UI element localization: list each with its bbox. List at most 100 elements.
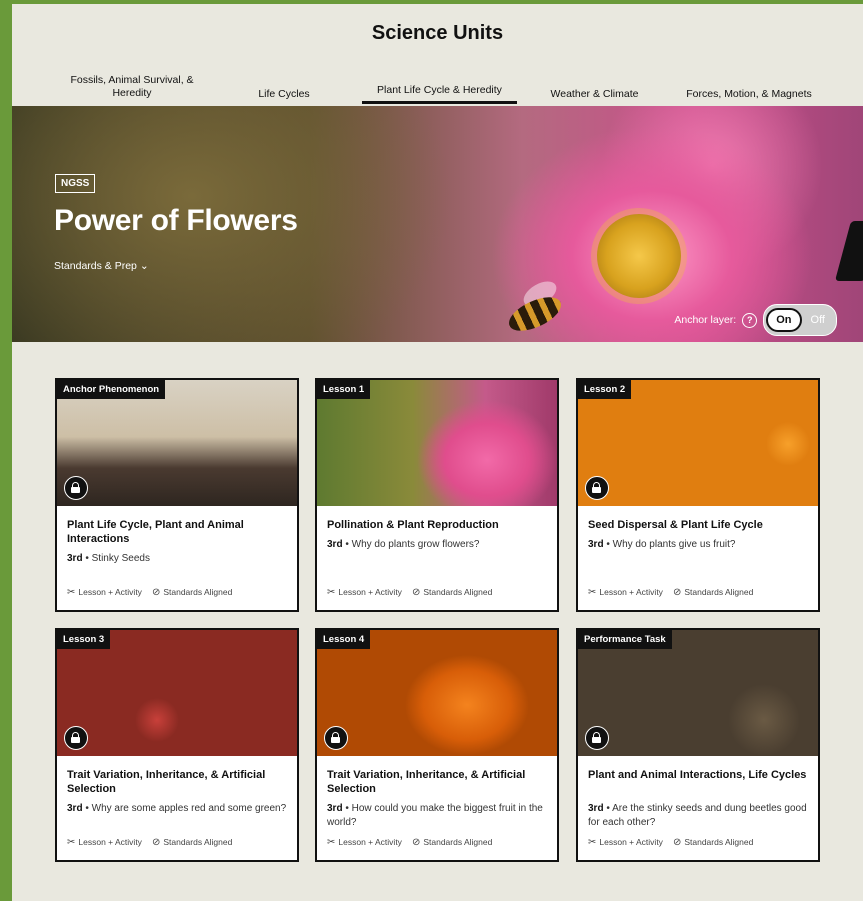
- app-frame: Science Units Fossils, Animal Survival, …: [12, 4, 863, 901]
- card-tag: Lesson 2: [578, 380, 632, 399]
- tab-weather-climate[interactable]: Weather & Climate: [537, 88, 652, 101]
- card-meta: ✂ Lesson + Activity ⊘ Standards Aligned: [588, 837, 753, 848]
- card-subtitle: 3rd • Stinky Seeds: [67, 553, 150, 564]
- flower-image: [597, 214, 681, 298]
- meta-standards: Standards Aligned: [163, 837, 233, 847]
- anchor-layer-toggle[interactable]: On Off: [763, 304, 837, 336]
- standards-prep-dropdown[interactable]: Standards & Prep ⌄: [54, 260, 149, 272]
- anchor-layer-label: Anchor layer:: [674, 314, 737, 326]
- card-subtitle: 3rd • How could you make the biggest fru…: [327, 803, 543, 828]
- card-subtitle: 3rd • Why do plants give us fruit?: [588, 539, 736, 550]
- card-title: Plant Life Cycle, Plant and Animal Inter…: [67, 519, 244, 545]
- card-image: Lesson 1: [317, 380, 557, 506]
- lesson-card-2[interactable]: Lesson 2 Seed Dispersal & Plant Life Cyc…: [576, 378, 820, 612]
- scissors-icon: ✂: [327, 587, 336, 598]
- card-question: How could you make the biggest fruit in …: [327, 803, 543, 828]
- card-question: Why do plants give us fruit?: [612, 539, 736, 550]
- card-tag: Lesson 4: [317, 630, 371, 649]
- check-circle-icon: ⊘: [151, 587, 161, 598]
- lock-icon: [585, 476, 609, 500]
- lock-icon: [585, 726, 609, 750]
- scissors-icon: ✂: [67, 837, 76, 848]
- card-title: Trait Variation, Inheritance, & Artifici…: [67, 769, 266, 795]
- scissors-icon: ✂: [588, 837, 597, 848]
- meta-standards: Standards Aligned: [684, 587, 754, 597]
- card-meta: ✂ Lesson + Activity ⊘ Standards Aligned: [327, 837, 492, 848]
- card-question: Stinky Seeds: [91, 553, 150, 564]
- toggle-on-option[interactable]: On: [766, 308, 802, 332]
- meta-activity: Lesson + Activity: [338, 587, 402, 597]
- card-tag: Lesson 1: [317, 380, 371, 399]
- card-image: Lesson 2: [578, 380, 818, 506]
- card-tag: Lesson 3: [57, 630, 111, 649]
- scissors-icon: ✂: [67, 587, 76, 598]
- meta-standards: Standards Aligned: [423, 587, 493, 597]
- card-subtitle: 3rd • Why are some apples red and some g…: [67, 803, 287, 814]
- meta-standards: Standards Aligned: [684, 837, 754, 847]
- lock-icon: [64, 476, 88, 500]
- grade-label: 3rd: [588, 803, 604, 814]
- lesson-card-4[interactable]: Lesson 4 Trait Variation, Inheritance, &…: [315, 628, 559, 862]
- grade-label: 3rd: [327, 539, 343, 550]
- card-tag: Anchor Phenomenon: [57, 380, 166, 399]
- grade-label: 3rd: [588, 539, 604, 550]
- page-title: Science Units: [371, 22, 504, 44]
- check-circle-icon: ⊘: [411, 837, 421, 848]
- help-icon[interactable]: ?: [742, 312, 758, 328]
- check-circle-icon: ⊘: [672, 587, 682, 598]
- card-question: Are the stinky seeds and dung beetles go…: [588, 803, 807, 828]
- card-subtitle: 3rd • Are the stinky seeds and dung beet…: [588, 803, 807, 828]
- grade-label: 3rd: [67, 803, 83, 814]
- standards-label: Standards & Prep: [54, 260, 137, 272]
- toggle-off-option[interactable]: Off: [802, 314, 834, 326]
- unit-title: Power of Flowers: [54, 204, 298, 237]
- meta-activity: Lesson + Activity: [338, 837, 402, 847]
- tab-forces-motion[interactable]: Forces, Motion, & Magnets: [674, 88, 824, 101]
- unit-tabs: Fossils, Animal Survival, & Heredity Lif…: [12, 68, 863, 106]
- card-meta: ✂ Lesson + Activity ⊘ Standards Aligned: [327, 587, 492, 598]
- anchor-layer-control: Anchor layer: ? On Off: [674, 304, 837, 336]
- meta-standards: Standards Aligned: [423, 837, 493, 847]
- card-question: Why are some apples red and some green?: [91, 803, 287, 814]
- tab-label: Heredity: [112, 87, 152, 99]
- lock-icon: [64, 726, 88, 750]
- card-title: Pollination & Plant Reproduction: [327, 519, 499, 531]
- lesson-card-1[interactable]: Lesson 1 Pollination & Plant Reproductio…: [315, 378, 559, 612]
- meta-activity: Lesson + Activity: [78, 587, 142, 597]
- card-image: Lesson 4: [317, 630, 557, 756]
- check-circle-icon: ⊘: [411, 587, 421, 598]
- chevron-down-icon: ⌄: [139, 260, 149, 272]
- lesson-card-performance-task[interactable]: Performance Task Plant and Animal Intera…: [576, 628, 820, 862]
- card-title: Plant and Animal Interactions, Life Cycl…: [588, 769, 807, 781]
- tab-life-cycles[interactable]: Life Cycles: [244, 88, 324, 101]
- scissors-icon: ✂: [588, 587, 597, 598]
- hero-banner: NGSS Power of Flowers Standards & Prep ⌄…: [12, 106, 863, 342]
- ngss-badge: NGSS: [55, 174, 96, 193]
- meta-activity: Lesson + Activity: [599, 837, 663, 847]
- card-title: Seed Dispersal & Plant Life Cycle: [588, 519, 763, 531]
- tab-label: Fossils, Animal Survival, &: [70, 74, 194, 86]
- meta-standards: Standards Aligned: [163, 587, 233, 597]
- card-tag: Performance Task: [578, 630, 672, 649]
- grade-label: 3rd: [67, 553, 83, 564]
- card-question: Why do plants grow flowers?: [351, 539, 480, 550]
- card-meta: ✂ Lesson + Activity ⊘ Standards Aligned: [67, 587, 232, 598]
- tab-fossils[interactable]: Fossils, Animal Survival, & Heredity: [67, 74, 197, 100]
- check-circle-icon: ⊘: [672, 837, 682, 848]
- meta-activity: Lesson + Activity: [599, 587, 663, 597]
- scissors-icon: ✂: [327, 837, 336, 848]
- lock-icon: [324, 726, 348, 750]
- card-image: Lesson 3: [57, 630, 297, 756]
- check-circle-icon: ⊘: [151, 837, 161, 848]
- card-title: Trait Variation, Inheritance, & Artifici…: [327, 769, 526, 795]
- card-subtitle: 3rd • Why do plants grow flowers?: [327, 539, 480, 550]
- card-image: Performance Task: [578, 630, 818, 756]
- lesson-card-3[interactable]: Lesson 3 Trait Variation, Inheritance, &…: [55, 628, 299, 862]
- meta-activity: Lesson + Activity: [78, 837, 142, 847]
- grade-label: 3rd: [327, 803, 343, 814]
- card-meta: ✂ Lesson + Activity ⊘ Standards Aligned: [67, 837, 232, 848]
- tab-plant-life-cycle[interactable]: Plant Life Cycle & Heredity: [362, 84, 517, 104]
- card-image: Anchor Phenomenon: [57, 380, 297, 506]
- lesson-card-anchor-phenomenon[interactable]: Anchor Phenomenon Plant Life Cycle, Plan…: [55, 378, 299, 612]
- next-arrow-icon[interactable]: [834, 221, 863, 281]
